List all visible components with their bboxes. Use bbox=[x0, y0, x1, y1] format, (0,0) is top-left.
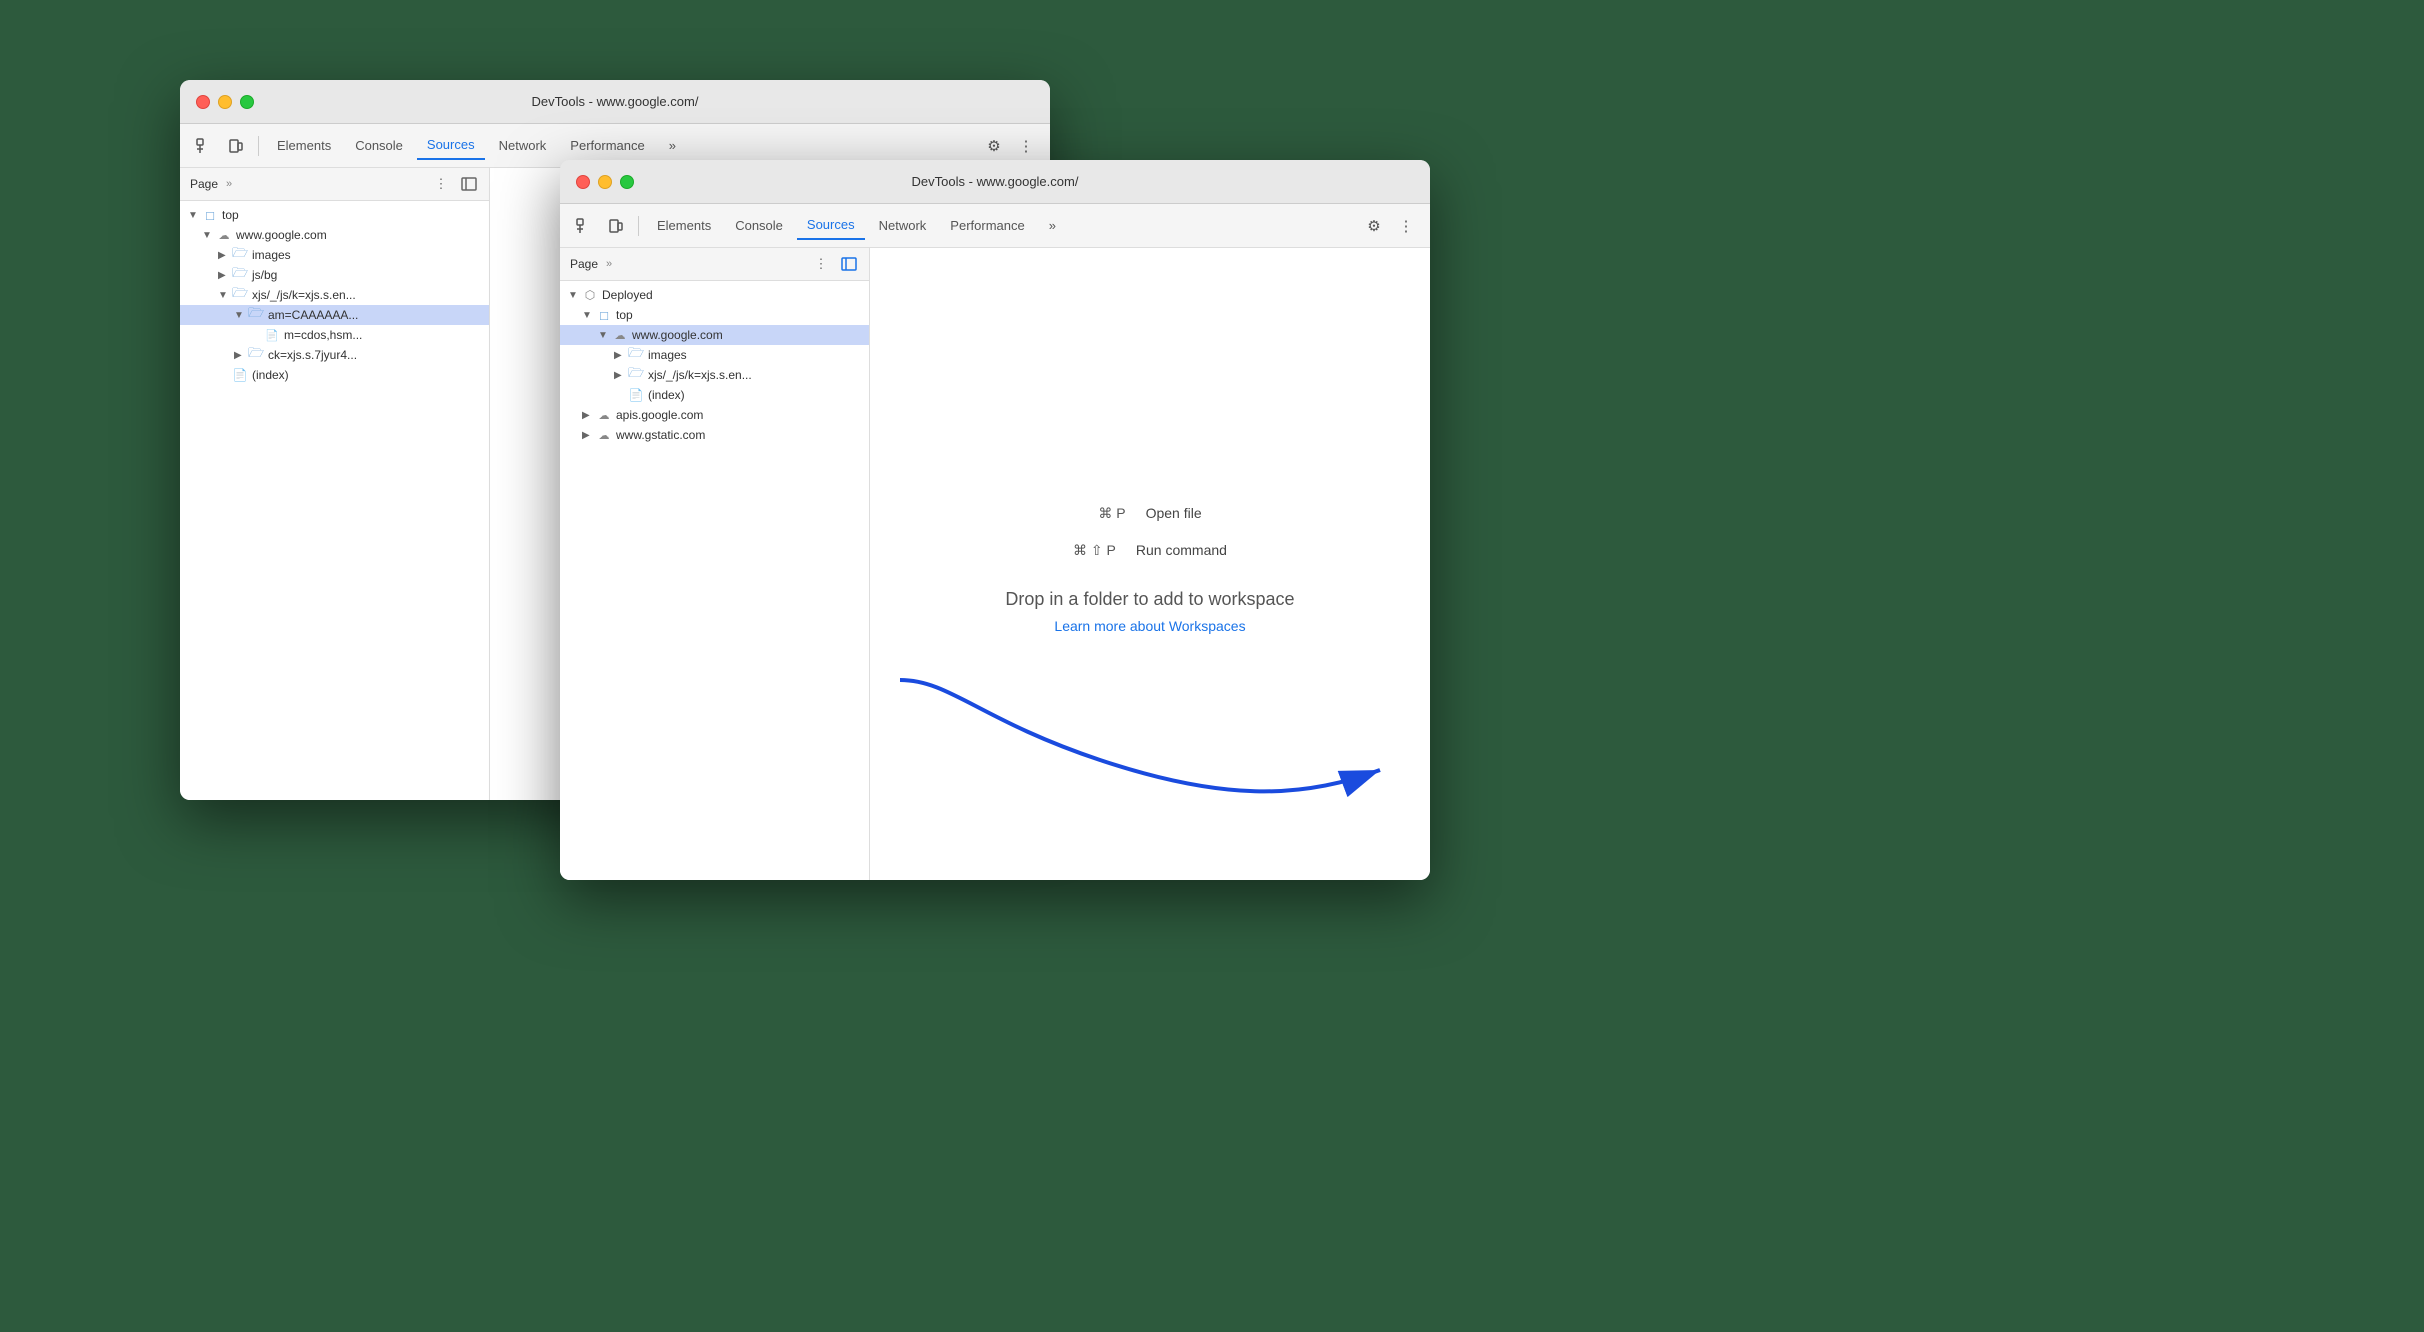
tree-item-xjs-front[interactable]: ▶ 🗁 xjs/_/js/k=xjs.s.en... bbox=[560, 365, 869, 385]
more-icon-front[interactable]: ⋮ bbox=[1392, 212, 1420, 240]
tree-item-am-back[interactable]: ▼ 🗁 am=CAAAAAA... bbox=[180, 305, 489, 325]
file-tree-front: ▼ ⬡ Deployed ▼ □ top ▼ ☁ www.google.com bbox=[560, 281, 869, 880]
tree-item-google-back[interactable]: ▼ ☁ www.google.com bbox=[180, 225, 489, 245]
tree-item-jsbg-back[interactable]: ▶ 🗁 js/bg bbox=[180, 265, 489, 285]
tree-item-top-back[interactable]: ▼ □ top bbox=[180, 205, 489, 225]
panel-header-back: Page » ⋮ bbox=[180, 168, 489, 201]
panel-more-back[interactable]: ⋮ bbox=[431, 174, 451, 194]
tab-elements-back[interactable]: Elements bbox=[267, 132, 341, 159]
tree-item-images-front[interactable]: ▶ 🗁 images bbox=[560, 345, 869, 365]
drop-zone-text-front: Drop in a folder to add to workspace bbox=[1005, 589, 1294, 610]
toolbar-sep-1-back bbox=[258, 136, 259, 156]
minimize-button-back[interactable] bbox=[218, 95, 232, 109]
tab-performance-back[interactable]: Performance bbox=[560, 132, 654, 159]
title-bar-front: DevTools - www.google.com/ bbox=[560, 160, 1430, 204]
tree-item-top-front[interactable]: ▼ □ top bbox=[560, 305, 869, 325]
tab-more-back[interactable]: » bbox=[659, 132, 686, 159]
folder-icon-top-front: □ bbox=[596, 307, 612, 323]
folder-icon-images-front: 🗁 bbox=[628, 347, 644, 363]
folder-icon-am-back: 🗁 bbox=[248, 307, 264, 323]
cloud-icon-google-back: ☁ bbox=[216, 227, 232, 243]
toolbar-sep-1-front bbox=[638, 216, 639, 236]
device-icon-front[interactable] bbox=[602, 212, 630, 240]
tab-sources-back[interactable]: Sources bbox=[417, 131, 485, 160]
panel-chevron-back[interactable]: » bbox=[226, 178, 232, 190]
folder-icon-ck-back: 🗁 bbox=[248, 347, 264, 363]
devtools-window-front: DevTools - www.google.com/ Elements Cons… bbox=[560, 160, 1430, 880]
tab-console-front[interactable]: Console bbox=[725, 212, 793, 239]
inspect-icon-back[interactable] bbox=[190, 132, 218, 160]
tree-item-gstatic-front[interactable]: ▶ ☁ www.gstatic.com bbox=[560, 425, 869, 445]
tree-item-index-front[interactable]: 📄 (index) bbox=[560, 385, 869, 405]
right-panel-front: ⌘ P Open file ⌘ ⇧ P Run command Drop in … bbox=[870, 248, 1430, 880]
shortcut-row-2-front: ⌘ ⇧ P Run command bbox=[1073, 542, 1227, 559]
cloud-icon-google-front: ☁ bbox=[612, 327, 628, 343]
tree-item-images-back[interactable]: ▶ 🗁 images bbox=[180, 245, 489, 265]
tab-network-front[interactable]: Network bbox=[869, 212, 937, 239]
traffic-lights-back bbox=[196, 95, 254, 109]
file-icon-mcdos-back: 📄 bbox=[264, 327, 280, 343]
tree-item-ck-back[interactable]: ▶ 🗁 ck=xjs.s.7jyur4... bbox=[180, 345, 489, 365]
folder-icon-xjs-back: 🗁 bbox=[232, 287, 248, 303]
folder-icon-images-back: 🗁 bbox=[232, 247, 248, 263]
panel-title-front: Page bbox=[570, 257, 598, 271]
maximize-button-back[interactable] bbox=[240, 95, 254, 109]
title-bar-back: DevTools - www.google.com/ bbox=[180, 80, 1050, 124]
tree-item-deployed-front[interactable]: ▼ ⬡ Deployed bbox=[560, 285, 869, 305]
tab-elements-front[interactable]: Elements bbox=[647, 212, 721, 239]
cloud-icon-apis-front: ☁ bbox=[596, 407, 612, 423]
cloud-icon-gstatic-front: ☁ bbox=[596, 427, 612, 443]
shortcut-key-1-front: ⌘ P bbox=[1098, 505, 1125, 522]
tab-network-back[interactable]: Network bbox=[489, 132, 557, 159]
window-title-back: DevTools - www.google.com/ bbox=[532, 94, 699, 109]
more-icon-back[interactable]: ⋮ bbox=[1012, 132, 1040, 160]
main-content-front: Page » ⋮ ▼ ⬡ Deployed bbox=[560, 248, 1430, 880]
close-button-back[interactable] bbox=[196, 95, 210, 109]
file-tree-back: ▼ □ top ▼ ☁ www.google.com ▶ 🗁 images bbox=[180, 201, 489, 800]
shortcut-label-1-front: Open file bbox=[1146, 505, 1202, 521]
window-title-front: DevTools - www.google.com/ bbox=[912, 174, 1079, 189]
settings-icon-back[interactable]: ⚙ bbox=[980, 132, 1008, 160]
left-panel-back: Page » ⋮ ▼ □ top ▼ bbox=[180, 168, 490, 800]
shortcut-key-2-front: ⌘ ⇧ P bbox=[1073, 542, 1116, 559]
file-icon-index-front: 📄 bbox=[628, 387, 644, 403]
inspect-icon-front[interactable] bbox=[570, 212, 598, 240]
tree-item-google-front[interactable]: ▼ ☁ www.google.com bbox=[560, 325, 869, 345]
panel-title-back: Page bbox=[190, 177, 218, 191]
tab-more-front[interactable]: » bbox=[1039, 212, 1066, 239]
close-button-front[interactable] bbox=[576, 175, 590, 189]
tree-item-apis-front[interactable]: ▶ ☁ apis.google.com bbox=[560, 405, 869, 425]
folder-icon-jsbg-back: 🗁 bbox=[232, 267, 248, 283]
tree-item-index-back[interactable]: 📄 (index) bbox=[180, 365, 489, 385]
editor-area-front: ⌘ P Open file ⌘ ⇧ P Run command Drop in … bbox=[870, 248, 1430, 880]
device-icon-back[interactable] bbox=[222, 132, 250, 160]
shortcut-label-2-front: Run command bbox=[1136, 542, 1227, 558]
panel-more-front[interactable]: ⋮ bbox=[811, 254, 831, 274]
learn-more-link-front[interactable]: Learn more about Workspaces bbox=[1054, 618, 1245, 634]
settings-icon-front[interactable]: ⚙ bbox=[1360, 212, 1388, 240]
maximize-button-front[interactable] bbox=[620, 175, 634, 189]
panel-sidebar-front[interactable] bbox=[839, 254, 859, 274]
folder-icon-xjs-front: 🗁 bbox=[628, 367, 644, 383]
tab-console-back[interactable]: Console bbox=[345, 132, 413, 159]
panel-sidebar-back[interactable] bbox=[459, 174, 479, 194]
tab-sources-front[interactable]: Sources bbox=[797, 211, 865, 240]
tree-item-xjs-back[interactable]: ▼ 🗁 xjs/_/js/k=xjs.s.en... bbox=[180, 285, 489, 305]
left-panel-front: Page » ⋮ ▼ ⬡ Deployed bbox=[560, 248, 870, 880]
tab-performance-front[interactable]: Performance bbox=[940, 212, 1034, 239]
toolbar-front: Elements Console Sources Network Perform… bbox=[560, 204, 1430, 248]
panel-chevron-front[interactable]: » bbox=[606, 258, 612, 270]
cube-icon-deployed-front: ⬡ bbox=[582, 287, 598, 303]
shortcut-row-1-front: ⌘ P Open file bbox=[1098, 505, 1201, 522]
traffic-lights-front bbox=[576, 175, 634, 189]
minimize-button-front[interactable] bbox=[598, 175, 612, 189]
file-icon-index-back: 📄 bbox=[232, 367, 248, 383]
tree-item-mcdos-back[interactable]: 📄 m=cdos,hsm... bbox=[180, 325, 489, 345]
folder-icon-top-back: □ bbox=[202, 207, 218, 223]
panel-header-front: Page » ⋮ bbox=[560, 248, 869, 281]
